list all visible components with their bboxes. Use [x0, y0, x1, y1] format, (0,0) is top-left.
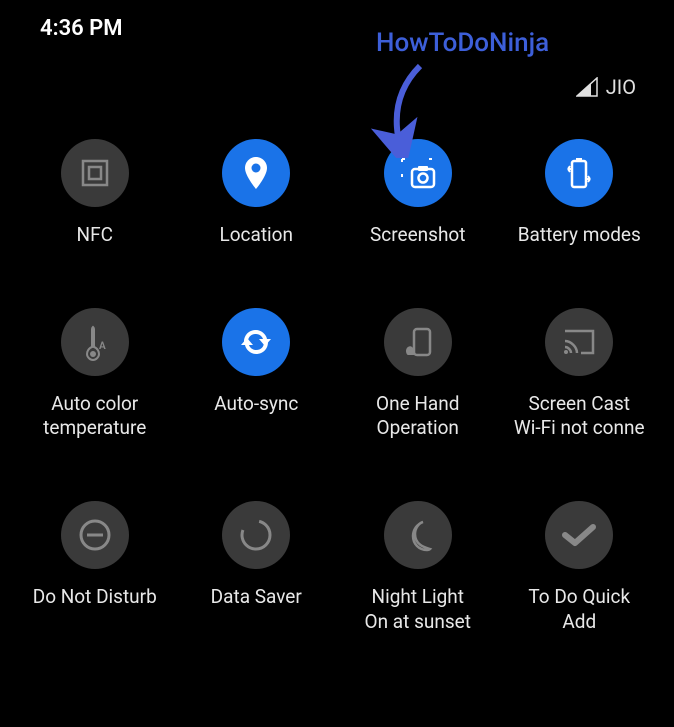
tile-label: To Do Quick Add: [528, 585, 630, 634]
tile-label: Screen Cast Wi-Fi not conne: [514, 392, 645, 441]
sync-icon: [222, 308, 290, 376]
carrier-row: JIO: [0, 45, 674, 109]
tile-label: Auto-sync: [214, 392, 298, 417]
tile-auto-color-temperature[interactable]: A Auto color temperature: [14, 296, 176, 489]
carrier-name: JIO: [606, 75, 636, 99]
screenshot-icon: [384, 139, 452, 207]
tile-nfc[interactable]: NFC: [14, 127, 176, 296]
thermometer-icon: A: [61, 308, 129, 376]
tile-label: Data Saver: [211, 585, 302, 610]
tile-label: One Hand Operation: [376, 392, 459, 441]
location-icon: [222, 139, 290, 207]
tile-label: Do Not Disturb: [33, 585, 157, 610]
tile-night-light[interactable]: Night Light On at sunset: [337, 489, 499, 682]
dnd-icon: [61, 501, 129, 569]
tile-location[interactable]: Location: [176, 127, 338, 296]
cast-icon: [545, 308, 613, 376]
tile-screen-cast[interactable]: Screen Cast Wi-Fi not conne: [499, 296, 661, 489]
nightlight-icon: [384, 501, 452, 569]
tile-screenshot[interactable]: Screenshot: [337, 127, 499, 296]
signal-icon: [576, 77, 598, 97]
todo-icon: [545, 501, 613, 569]
tile-label: Auto color temperature: [43, 392, 146, 441]
svg-text:A: A: [99, 341, 106, 352]
tile-battery-modes[interactable]: Battery modes: [499, 127, 661, 296]
quick-settings-grid: NFC Location Screenshot: [0, 109, 674, 682]
tile-auto-sync[interactable]: Auto-sync: [176, 296, 338, 489]
tile-todo-quick-add[interactable]: To Do Quick Add: [499, 489, 661, 682]
tile-label: Location: [219, 223, 293, 248]
tile-one-hand-operation[interactable]: One Hand Operation: [337, 296, 499, 489]
status-time: 4:36 PM: [40, 16, 123, 41]
tile-data-saver[interactable]: Data Saver: [176, 489, 338, 682]
tile-label: Night Light On at sunset: [365, 585, 471, 634]
tile-label: Screenshot: [370, 223, 465, 248]
datasaver-icon: [222, 501, 290, 569]
status-bar: 4:36 PM: [0, 0, 674, 45]
annotation-label: HowToDoNinja: [376, 28, 549, 58]
tile-do-not-disturb[interactable]: Do Not Disturb: [14, 489, 176, 682]
nfc-icon: [61, 139, 129, 207]
battery-icon: [545, 139, 613, 207]
onehand-icon: [384, 308, 452, 376]
tile-label: NFC: [77, 223, 113, 248]
tile-label: Battery modes: [518, 223, 641, 248]
